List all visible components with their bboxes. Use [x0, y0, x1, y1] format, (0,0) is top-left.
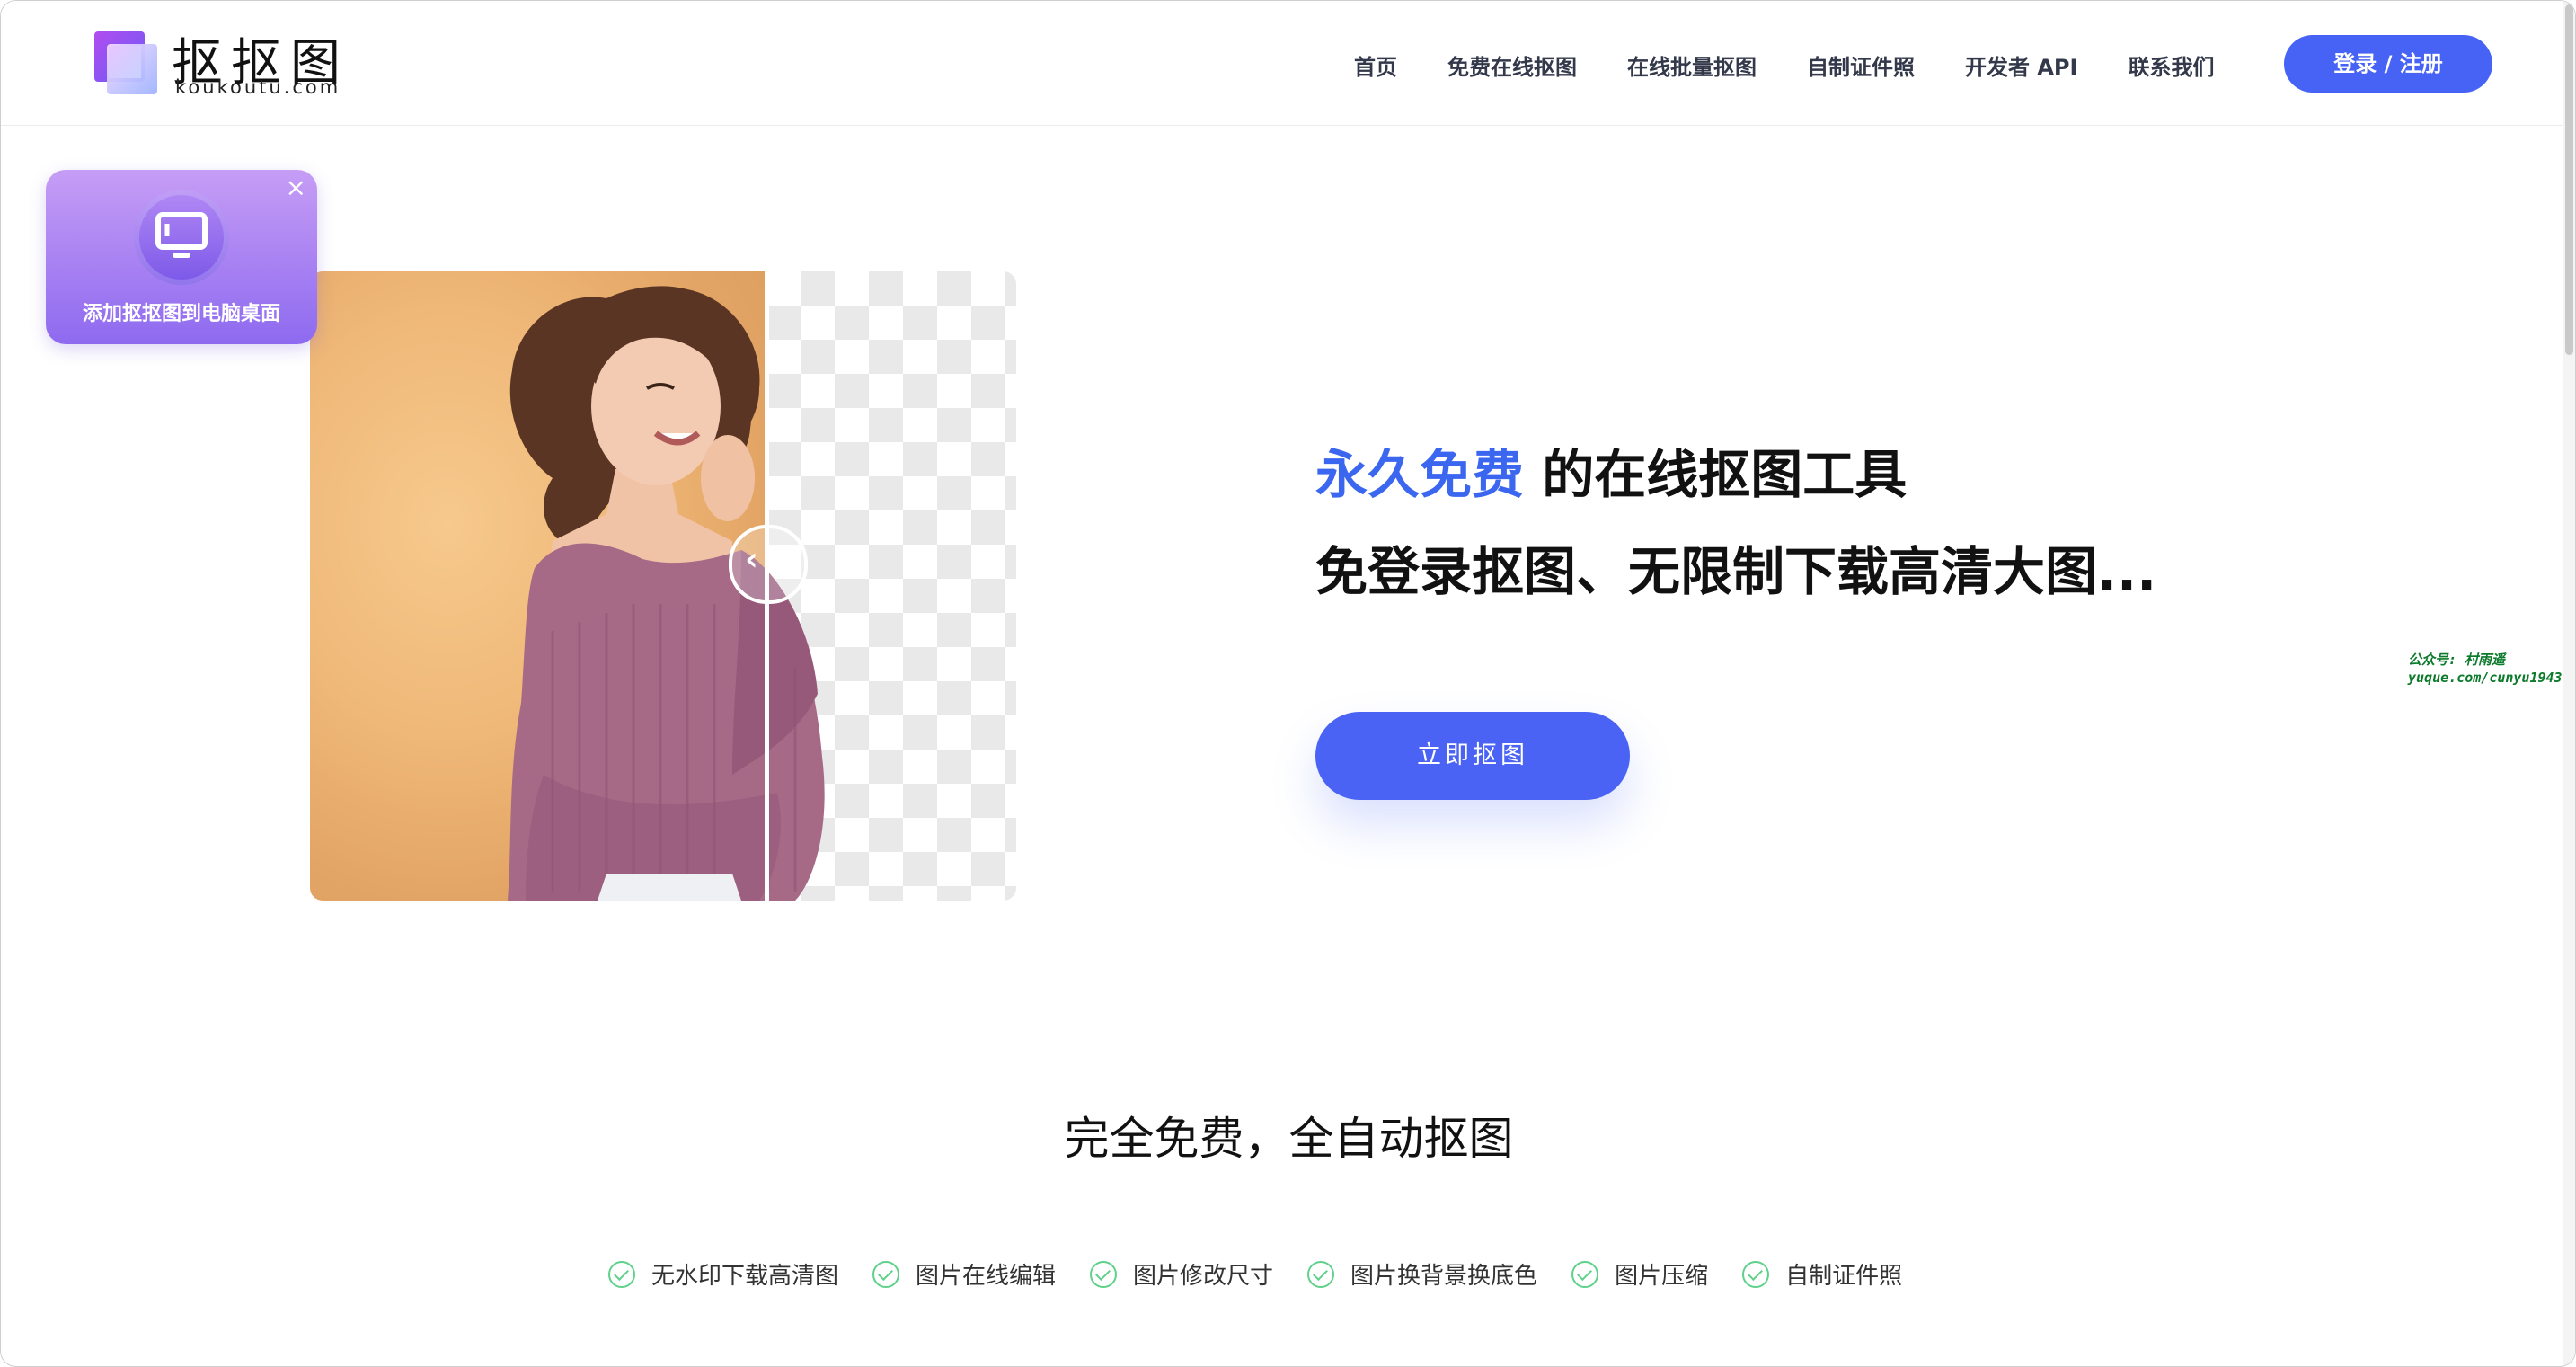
portrait-illustration [508, 286, 825, 901]
feature-label: 图片修改尺寸 [1133, 1263, 1274, 1290]
feature-item: 图片压缩 [1571, 1257, 1708, 1291]
feature-label: 无水印下载高清图 [651, 1263, 839, 1290]
comparison-slider-handle[interactable]: ‹ › [729, 525, 808, 604]
before-after-image: ‹ › [310, 271, 1016, 901]
feature-label: 自制证件照 [1785, 1263, 1903, 1290]
nav-free-cutout[interactable]: 免费在线抠图 [1447, 49, 1577, 81]
chevron-right-icon: › [778, 541, 792, 578]
watermark-line-1: 公众号: 村雨遥 [2408, 652, 2506, 668]
badge-label: 添加抠抠图到电脑桌面 [82, 303, 280, 325]
check-circle-icon [608, 1260, 635, 1288]
watermark-line-2: yuque.com/cunyu1943 [2408, 670, 2563, 686]
feature-list: 无水印下载高清图 图片在线编辑 图片修改尺寸 图片换背景换底色 图片压缩 自制证… [608, 1257, 1902, 1291]
site-logo[interactable]: 抠抠图 koukoutu.com [94, 28, 364, 102]
check-circle-icon [1742, 1260, 1770, 1288]
hero-headline: 永久免费 的在线抠图工具 [1315, 432, 1907, 508]
feature-item: 图片换背景换底色 [1307, 1257, 1537, 1291]
monitor-icon-circle [134, 190, 229, 285]
nav-batch-cutout[interactable]: 在线批量抠图 [1627, 49, 1757, 81]
check-circle-icon [1090, 1260, 1118, 1288]
check-circle-icon [1307, 1260, 1335, 1288]
feature-label: 图片在线编辑 [916, 1263, 1057, 1290]
chevron-left-icon: ‹ [745, 541, 758, 578]
feature-item: 自制证件照 [1742, 1257, 1902, 1291]
feature-item: 无水印下载高清图 [608, 1257, 838, 1291]
scrollbar-thumb[interactable] [2565, 4, 2573, 355]
start-cutout-button[interactable]: 立即抠图 [1315, 712, 1630, 800]
feature-item: 图片在线编辑 [872, 1257, 1056, 1291]
close-icon[interactable]: × [286, 175, 306, 200]
hero-subline: 免登录抠图、无限制下载高清大图... [1315, 541, 2157, 602]
browser-page: 抠抠图 koukoutu.com 首页 免费在线抠图 在线批量抠图 自制证件照 … [0, 0, 2576, 1367]
feature-label: 图片换背景换底色 [1350, 1263, 1538, 1290]
check-circle-icon [872, 1260, 900, 1288]
logo-domain: koukoutu.com [175, 76, 341, 98]
check-circle-icon [1571, 1260, 1599, 1288]
page-scrollbar[interactable] [2563, 1, 2575, 1366]
feature-item: 图片修改尺寸 [1090, 1257, 1273, 1291]
monitor-icon [155, 212, 208, 258]
headline-rest: 的在线抠图工具 [1524, 444, 1908, 505]
nav-contact[interactable]: 联系我们 [2128, 49, 2214, 81]
feature-label: 图片压缩 [1615, 1263, 1709, 1290]
logo-mark-icon [94, 31, 159, 96]
nav-id-photo[interactable]: 自制证件照 [1807, 49, 1915, 81]
main-nav: 首页 免费在线抠图 在线批量抠图 自制证件照 开发者 API 联系我们 [1354, 49, 2214, 81]
nav-home[interactable]: 首页 [1354, 49, 1397, 81]
headline-accent: 永久免费 [1315, 444, 1525, 505]
add-to-desktop-badge[interactable]: × 添加抠抠图到电脑桌面 [46, 170, 317, 344]
watermark: 公众号: 村雨遥 yuque.com/cunyu1943 [2408, 651, 2563, 687]
section-title: 完全免费，全自动抠图 [1064, 1113, 1514, 1165]
site-header: 抠抠图 koukoutu.com 首页 免费在线抠图 在线批量抠图 自制证件照 … [1, 1, 2575, 126]
login-register-button[interactable]: 登录 / 注册 [2284, 35, 2492, 93]
nav-developer-api[interactable]: 开发者 API [1965, 49, 2077, 81]
